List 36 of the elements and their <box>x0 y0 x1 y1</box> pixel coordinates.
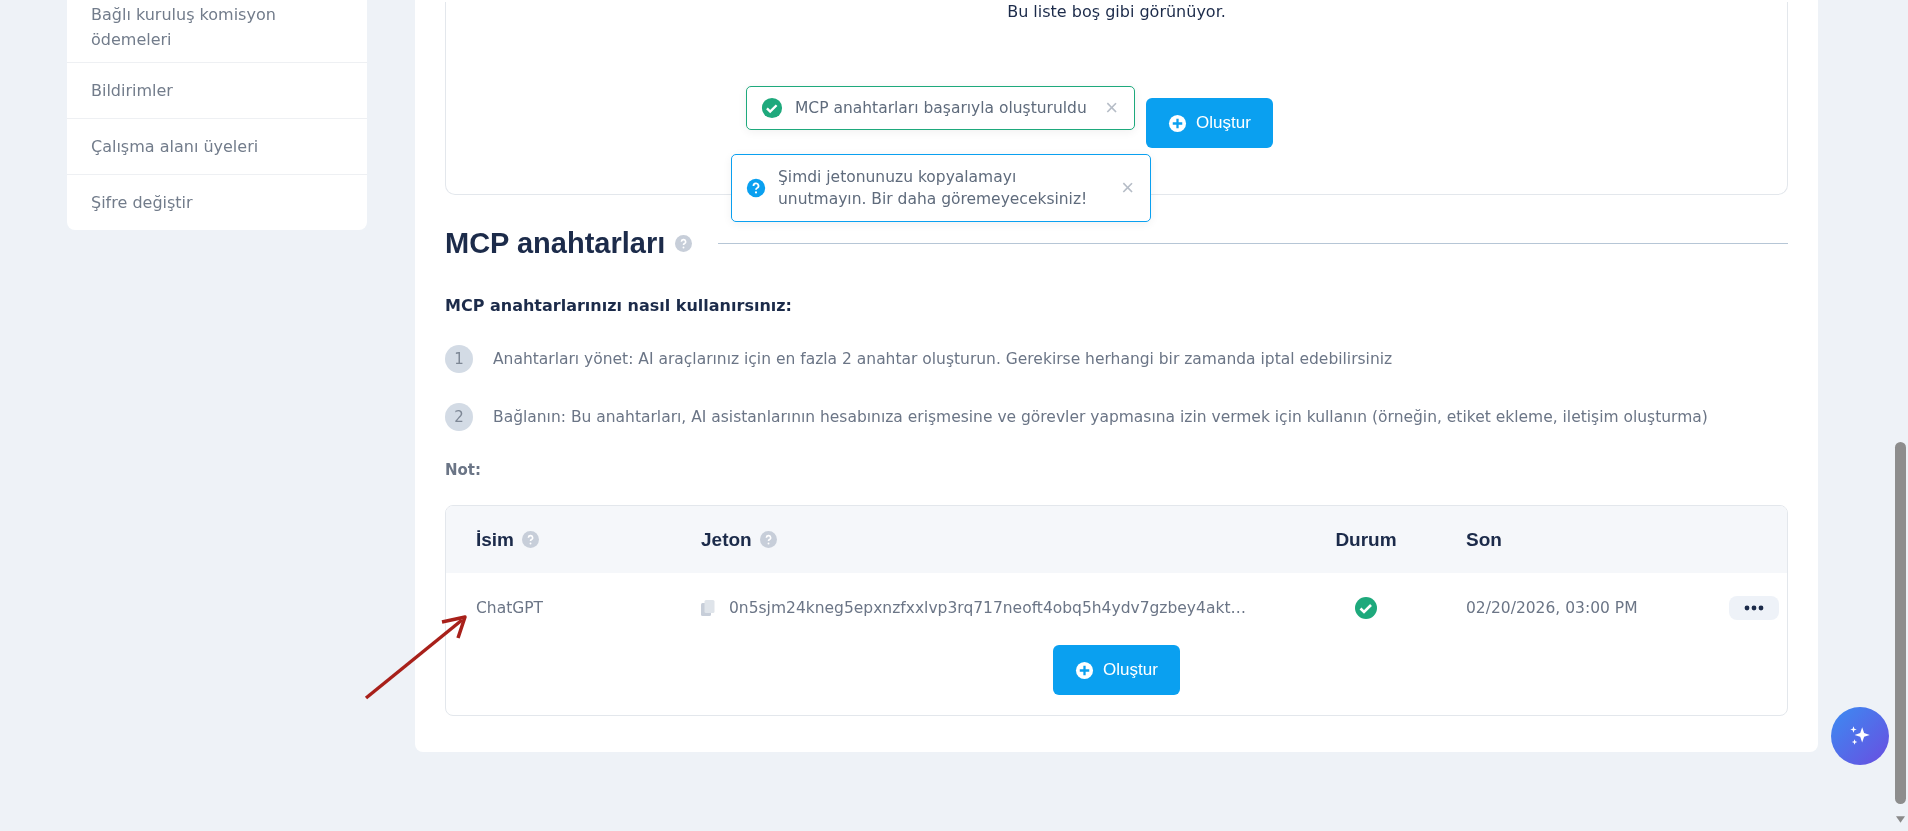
scroll-down-icon[interactable] <box>1896 816 1905 823</box>
sidebar-item[interactable]: Şifre değiştir <box>67 174 367 230</box>
more-icon <box>1744 605 1764 611</box>
help-icon[interactable] <box>759 531 777 548</box>
sidebar-item[interactable]: Bildirimler <box>67 62 367 118</box>
step-text: Anahtarları yönet: AI araçlarınız için en fazla 2 anahtar oluşturun. Gerekirse herhangi bir zamanda iptal edebilirsiniz <box>493 350 1393 368</box>
column-header: Jeton <box>701 528 752 551</box>
sidebar-item[interactable]: Çalışma alanı üyeleri <box>67 118 367 174</box>
table-cell: 0n5sjm24kneg5epxnzfxxlvp3rq717neoft4obq5h4ydv7gzbey4akt… <box>729 599 1246 617</box>
step-number: 1 <box>445 345 473 373</box>
toast-message: Şimdi jetonunuzu kopyalamayı unutmayın. Bir daha göremeyeceksiniz! <box>778 167 1089 210</box>
question-icon <box>746 178 766 198</box>
sidebar-item[interactable]: Bağlı kuruluş komisyon ödemeleri <box>67 0 367 62</box>
instructions-heading: MCP anahtarlarınızı nasıl kullanırsınız: <box>445 296 793 315</box>
plus-icon <box>1168 113 1187 133</box>
column-header: Durum <box>1335 528 1397 551</box>
empty-message: Bu liste boş gibi görünüyor. <box>1006 2 1227 22</box>
create-button[interactable]: Oluştur <box>1146 98 1273 148</box>
step-number: 2 <box>445 403 473 431</box>
ai-assistant-button[interactable] <box>1831 707 1889 765</box>
section-title: MCP anahtarları <box>445 227 666 260</box>
check-icon <box>761 97 783 119</box>
copy-icon[interactable] <box>701 600 715 616</box>
help-icon[interactable] <box>675 235 693 252</box>
scrollbar-thumb[interactable] <box>1895 442 1906 804</box>
more-button[interactable] <box>1729 596 1779 620</box>
column-header: İsim <box>476 528 515 551</box>
table-cell: ChatGPT <box>476 599 544 617</box>
help-icon[interactable] <box>522 531 540 548</box>
plus-icon <box>1075 660 1095 680</box>
toast-message: MCP anahtarları başarıyla oluşturuldu <box>795 99 1088 117</box>
note-label: Not: <box>445 461 483 479</box>
table-cell: 02/20/2026, 03:00 PM <box>1466 599 1638 617</box>
create-button[interactable]: Oluştur <box>1053 645 1180 695</box>
step-text: Bağlanın: Bu anahtarları, AI asistanlarının hesabınıza erişmesine ve görevler yapmasına izin vermek için kullanın (örneğin, etiket ekleme, iletişim oluşturma) <box>493 408 1708 426</box>
column-header: Son <box>1466 528 1502 551</box>
